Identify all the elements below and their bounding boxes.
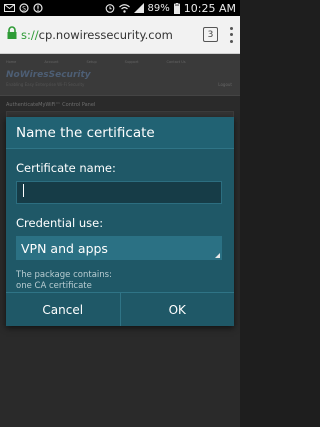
signal-icon	[133, 3, 144, 13]
skype-icon: S	[19, 3, 29, 13]
cancel-button[interactable]: Cancel	[6, 293, 120, 326]
ok-button[interactable]: OK	[119, 293, 234, 326]
credential-use-value: VPN and apps	[21, 240, 108, 256]
status-left: S	[4, 3, 43, 13]
panel-title: AuthenticateMyWiFi™ Control Panel	[6, 102, 96, 108]
text-caret	[23, 184, 24, 197]
dialog-title: Name the certificate	[6, 117, 234, 149]
nav-item-home[interactable]: Home	[6, 60, 16, 64]
overflow-menu-icon[interactable]	[230, 26, 234, 43]
url-field[interactable]: s://cp.nowiressecurity.com	[21, 28, 195, 42]
site-header: Home Account Setup Support Contact Us No…	[0, 54, 240, 96]
site-logo: NoWiresSecurity	[6, 69, 91, 80]
nav-item-account[interactable]: Account	[44, 60, 58, 64]
mail-icon	[4, 4, 15, 12]
url-scheme: s://	[21, 27, 39, 42]
phone-screen: S 89% 10:25 AM s://cp.nowiressecurity.co…	[0, 0, 240, 427]
nav-item-setup[interactable]: Setup	[86, 60, 96, 64]
dialog-body: Certificate name: Credential use: VPN an…	[6, 149, 234, 292]
nav-item-contact[interactable]: Contact Us	[167, 60, 186, 64]
credential-use-select[interactable]: VPN and apps	[16, 236, 222, 260]
battery-icon	[173, 2, 180, 14]
certificate-dialog: Name the certificate Certificate name: C…	[6, 117, 234, 326]
logout-link[interactable]: Logout	[218, 82, 232, 87]
nav-item-support[interactable]: Support	[125, 60, 139, 64]
tab-switcher-button[interactable]: 3	[203, 27, 218, 42]
certificate-name-input[interactable]	[16, 181, 222, 204]
site-nav: Home Account Setup Support Contact Us	[6, 60, 186, 64]
wifi-icon	[118, 3, 130, 13]
url-host: cp.nowiressecurity.com	[38, 27, 173, 42]
clock: 10:25 AM	[183, 1, 236, 15]
site-tagline: Enabling Easy Enterprise Wi-Fi Security	[6, 82, 85, 87]
package-info: The package contains: one CA certificate	[16, 270, 224, 292]
alarm-icon	[105, 3, 115, 13]
package-info-line2: one CA certificate	[16, 281, 92, 291]
credential-use-label: Credential use:	[16, 216, 104, 230]
browser-toolbar: s://cp.nowiressecurity.com 3	[0, 16, 240, 54]
alert-icon	[33, 3, 43, 13]
svg-text:S: S	[22, 6, 26, 13]
dropdown-corner-icon	[215, 253, 220, 258]
dialog-button-bar: Cancel OK	[6, 292, 234, 326]
lock-icon	[6, 25, 21, 44]
status-bar: S 89% 10:25 AM	[0, 0, 240, 16]
certificate-name-label: Certificate name:	[16, 161, 116, 175]
package-info-line1: The package contains:	[16, 270, 112, 280]
battery-percent: 89%	[147, 2, 170, 14]
status-right: 89% 10:25 AM	[105, 2, 236, 15]
